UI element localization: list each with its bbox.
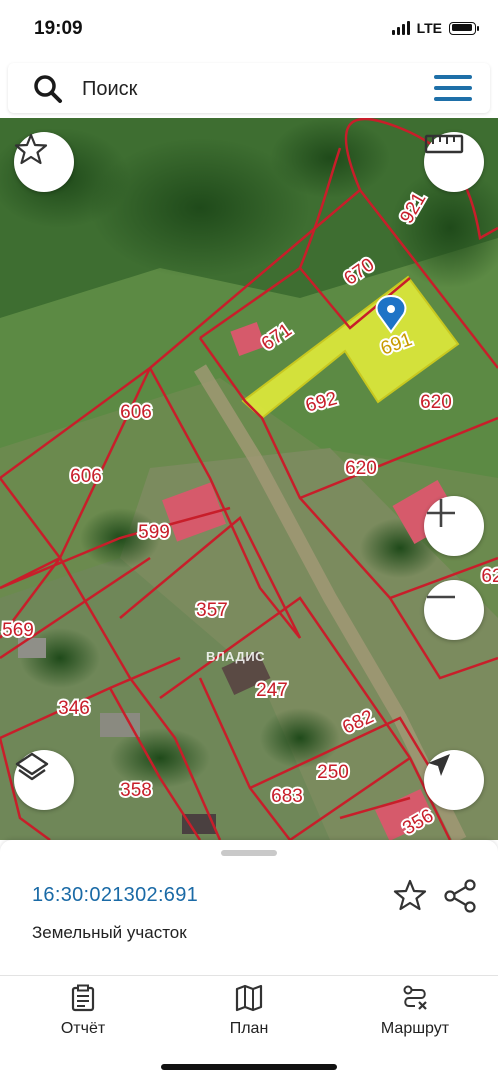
search-bar[interactable]: Поиск: [8, 63, 490, 113]
star-outline-icon[interactable]: [393, 878, 427, 912]
report-icon: [71, 984, 95, 1012]
zoom-out-button[interactable]: [424, 580, 484, 640]
minus-icon: [427, 595, 455, 599]
home-indicator[interactable]: [161, 1064, 337, 1070]
navigation-arrow-icon: [428, 754, 450, 776]
star-outline-icon: [14, 133, 48, 165]
nav-label: План: [229, 1020, 269, 1037]
route-icon: [403, 985, 427, 1010]
ruler-icon: [424, 134, 464, 154]
layers-button[interactable]: [14, 750, 74, 810]
parcel-info-sheet[interactable]: 16:30:021302:691 Земельный участок: [0, 840, 498, 975]
cadastral-number: 16:30:021302:691: [32, 884, 199, 906]
share-icon[interactable]: [442, 878, 478, 914]
satellite-map[interactable]: [0, 118, 498, 840]
sheet-handle[interactable]: [221, 850, 277, 856]
map-plan-icon: [235, 984, 263, 1012]
watermark: ВЛАДИС: [206, 649, 266, 664]
status-indicators: LTE: [391, 20, 479, 36]
search-icon[interactable]: [32, 73, 64, 105]
plus-icon: [427, 499, 455, 527]
zoom-in-button[interactable]: [424, 496, 484, 556]
nav-item-report[interactable]: Отчёт: [18, 984, 148, 1044]
my-location-button[interactable]: [424, 750, 484, 810]
object-type: Земельный участок: [32, 923, 187, 942]
menu-icon[interactable]: [434, 75, 472, 101]
nav-item-plan[interactable]: План: [184, 984, 314, 1044]
nav-label: Маршрут: [380, 1020, 450, 1037]
favorites-button[interactable]: [14, 132, 74, 192]
battery-icon: [449, 21, 479, 35]
layers-icon: [15, 752, 49, 781]
nav-item-route[interactable]: Маршрут: [350, 984, 480, 1044]
search-input[interactable]: Поиск: [82, 78, 137, 101]
signal-icon: [391, 21, 410, 35]
network-type: LTE: [416, 20, 442, 36]
ruler-button[interactable]: [424, 132, 484, 192]
status-time: 19:09: [34, 18, 83, 39]
map-view[interactable]: 921 670 671 691 692 620 620 606 606 599 …: [0, 118, 498, 840]
status-bar: 19:09 LTE: [0, 0, 498, 60]
nav-label: Отчёт: [60, 1020, 106, 1037]
